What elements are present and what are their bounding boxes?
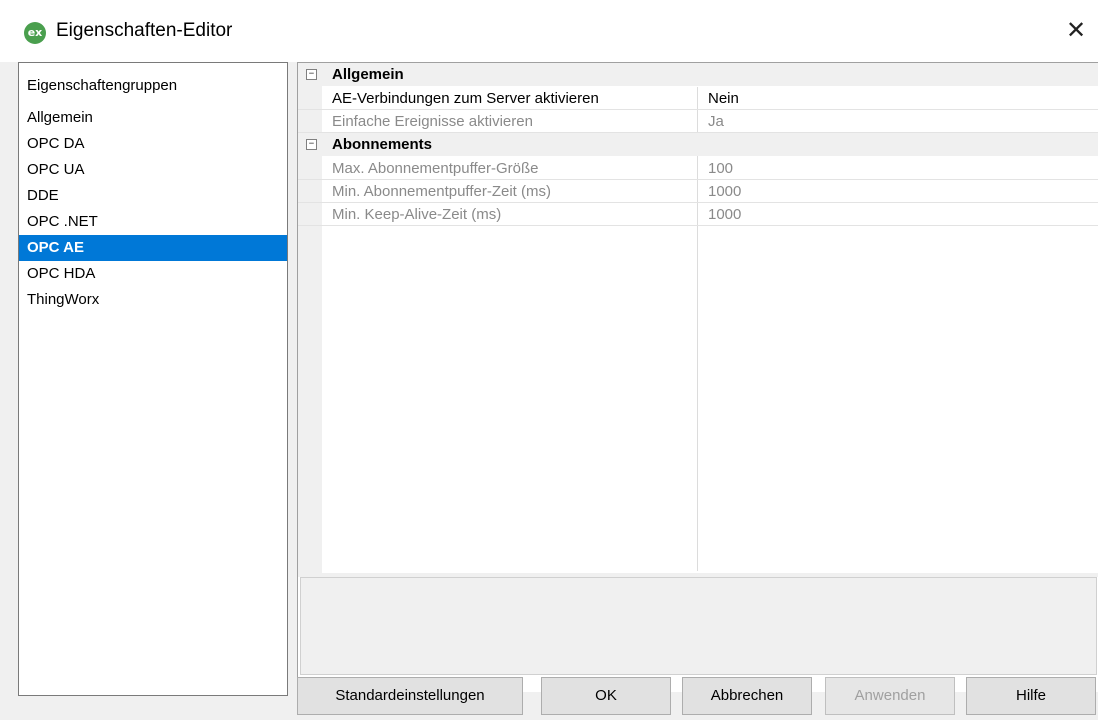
property-value[interactable]: 1000 (708, 206, 741, 223)
group-item-allgemein[interactable]: Allgemein (19, 105, 287, 131)
category-allgemein: − Allgemein (298, 63, 1098, 86)
defaults-button[interactable]: Standardeinstellungen (297, 677, 523, 715)
title-bar: ex Eigenschaften-Editor ✕ (0, 0, 1098, 62)
collapse-icon[interactable]: − (306, 139, 317, 150)
ok-button[interactable]: OK (541, 677, 671, 715)
window-title: Eigenschaften-Editor (56, 20, 233, 41)
group-item-opc-net[interactable]: OPC .NET (19, 209, 287, 235)
close-icon[interactable]: ✕ (1054, 10, 1098, 50)
row-gutter (298, 180, 322, 202)
category-title: Abonnements (332, 136, 433, 153)
collapse-icon[interactable]: − (306, 69, 317, 80)
property-name: Min. Abonnementpuffer-Zeit (ms) (332, 183, 551, 200)
help-button[interactable]: Hilfe (966, 677, 1096, 715)
property-value[interactable]: Nein (708, 90, 739, 107)
category-title: Allgemein (332, 66, 404, 83)
property-name: Min. Keep-Alive-Zeit (ms) (332, 206, 502, 223)
group-item-opc-hda[interactable]: OPC HDA (19, 261, 287, 287)
property-row-min-keep-alive-zeit[interactable]: Min. Keep-Alive-Zeit (ms) 1000 (298, 203, 1098, 226)
property-row-max-abonnementpuffer-groesse[interactable]: Max. Abonnementpuffer-Größe 100 (298, 157, 1098, 180)
property-row-min-abonnementpuffer-zeit[interactable]: Min. Abonnementpuffer-Zeit (ms) 1000 (298, 180, 1098, 203)
property-groups-header: Eigenschaftengruppen (27, 77, 178, 94)
property-row-einfache-ereignisse[interactable]: Einfache Ereignisse aktivieren Ja (298, 110, 1098, 133)
description-pane (300, 577, 1097, 675)
row-gutter (298, 157, 322, 179)
apply-button[interactable]: Anwenden (825, 677, 955, 715)
property-groups-list: Allgemein OPC DA OPC UA DDE OPC .NET OPC… (19, 105, 287, 313)
property-grid: − Allgemein AE-Verbindungen zum Server a… (297, 62, 1098, 692)
property-groups-panel: Eigenschaftengruppen Allgemein OPC DA OP… (18, 62, 288, 696)
property-value[interactable]: Ja (708, 113, 724, 130)
app-icon: ex (24, 22, 46, 44)
property-value[interactable]: 1000 (708, 183, 741, 200)
row-gutter (298, 203, 322, 225)
category-abonnements: − Abonnements (298, 133, 1098, 156)
row-gutter (298, 87, 322, 109)
property-name: AE-Verbindungen zum Server aktivieren (332, 90, 599, 107)
group-item-opc-ua[interactable]: OPC UA (19, 157, 287, 183)
property-row-ae-verbindungen[interactable]: AE-Verbindungen zum Server aktivieren Ne… (298, 87, 1098, 110)
property-value[interactable]: 100 (708, 160, 733, 177)
group-item-thingworx[interactable]: ThingWorx (19, 287, 287, 313)
group-item-opc-ae[interactable]: OPC AE (19, 235, 287, 261)
group-item-opc-da[interactable]: OPC DA (19, 131, 287, 157)
property-name: Max. Abonnementpuffer-Größe (332, 160, 539, 177)
property-name: Einfache Ereignisse aktivieren (332, 113, 533, 130)
row-gutter (298, 110, 322, 132)
cancel-button[interactable]: Abbrechen (682, 677, 812, 715)
group-item-dde[interactable]: DDE (19, 183, 287, 209)
